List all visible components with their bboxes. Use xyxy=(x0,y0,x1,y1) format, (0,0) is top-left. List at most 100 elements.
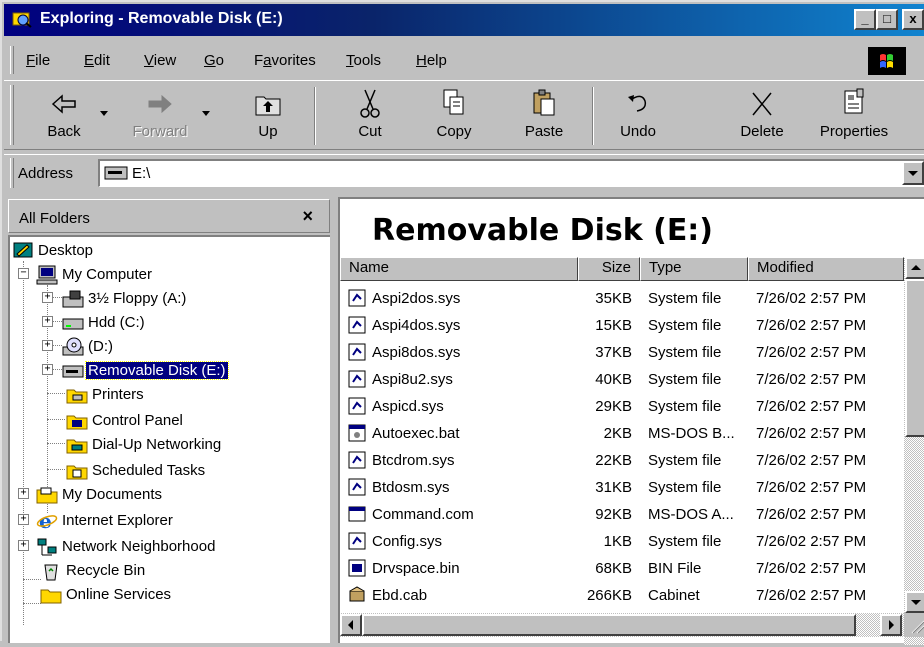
scroll-left-button[interactable] xyxy=(340,614,362,636)
file-row[interactable]: Drvspace.bin 68KB BIN File 7/26/02 2:57 PM xyxy=(340,555,900,582)
expand-toggle[interactable]: + xyxy=(42,316,53,327)
file-type: System file xyxy=(648,317,722,334)
title-bar[interactable]: Exploring - Removable Disk (E:) _ □ x xyxy=(4,4,924,36)
floppy-icon xyxy=(62,290,84,308)
tree-label: Scheduled Tasks xyxy=(92,462,206,479)
expand-toggle[interactable]: + xyxy=(18,488,29,499)
menu-edit[interactable]: Edit xyxy=(84,52,110,69)
tree-label: Control Panel xyxy=(92,412,183,429)
addressbar-grip[interactable] xyxy=(10,158,14,188)
cut-label: Cut xyxy=(358,123,382,140)
toolbar-grip[interactable] xyxy=(10,85,14,145)
network-icon xyxy=(37,538,57,556)
file-type: BIN File xyxy=(648,560,702,577)
vertical-scroll-thumb[interactable] xyxy=(905,279,924,437)
column-size-label: Size xyxy=(601,259,631,276)
file-row[interactable]: Aspi4dos.sys 15KB System file 7/26/02 2:57 … xyxy=(340,312,900,339)
file-row[interactable]: Autoexec.bat 2KB MS-DOS B... 7/26/02 2:57 P… xyxy=(340,420,900,447)
menu-view[interactable]: View xyxy=(144,52,176,69)
tree-line xyxy=(47,419,65,420)
undo-button[interactable]: Undo xyxy=(602,87,674,140)
bat-file-icon xyxy=(348,424,366,442)
copy-button[interactable]: Copy xyxy=(418,87,490,140)
file-modified: 7/26/02 2:57 PM xyxy=(756,506,867,523)
scroll-right-button[interactable] xyxy=(880,614,902,636)
column-name-label: Name xyxy=(349,259,390,276)
folder-tree[interactable]: Desktop − My Computer + 3½ Floppy (A:) +… xyxy=(8,235,330,643)
column-header-size[interactable]: Size xyxy=(578,257,640,281)
expand-toggle[interactable]: + xyxy=(42,292,53,303)
undo-label: Undo xyxy=(620,123,656,140)
properties-button[interactable]: Properties xyxy=(810,87,898,140)
scroll-up-button[interactable] xyxy=(905,257,924,279)
expand-toggle[interactable]: + xyxy=(18,540,29,551)
file-modified: 7/26/02 2:57 PM xyxy=(756,371,867,388)
expand-toggle[interactable]: + xyxy=(42,364,53,375)
column-header-type[interactable]: Type xyxy=(640,257,748,281)
file-modified: 7/26/02 2:57 PM xyxy=(756,290,867,307)
explorer-app-icon[interactable] xyxy=(12,10,32,28)
back-label: Back xyxy=(47,123,81,140)
control-panel-icon xyxy=(66,415,88,430)
maximize-button[interactable]: □ xyxy=(876,9,898,30)
close-button[interactable]: x xyxy=(902,9,924,30)
file-row[interactable]: Btcdrom.sys 22KB System file 7/26/02 2:57 P… xyxy=(340,447,900,474)
menu-tools[interactable]: Tools xyxy=(346,52,381,69)
column-header-modified[interactable]: Modified xyxy=(748,257,904,281)
horizontal-scrollbar[interactable] xyxy=(340,613,904,637)
column-header-name[interactable]: Name xyxy=(340,257,578,281)
file-type: MS-DOS A... xyxy=(648,506,734,523)
forward-dropdown-icon[interactable] xyxy=(202,111,210,117)
address-input[interactable]: E:\ xyxy=(98,159,924,187)
delete-button[interactable]: Delete xyxy=(726,87,798,140)
file-modified: 7/26/02 2:57 PM xyxy=(756,560,867,577)
file-row[interactable]: Config.sys 1KB System file 7/26/02 2:57 PM xyxy=(340,528,900,555)
file-modified: 7/26/02 2:57 PM xyxy=(756,533,867,550)
menu-go[interactable]: Go xyxy=(204,52,224,69)
minimize-button[interactable]: _ xyxy=(854,9,876,30)
menubar-grip[interactable] xyxy=(10,46,14,74)
close-pane-icon[interactable]: × xyxy=(302,206,313,227)
file-row[interactable]: Aspi8u2.sys 40KB System file 7/26/02 2:57 P… xyxy=(340,366,900,393)
forward-button[interactable]: Forward xyxy=(124,87,196,140)
file-modified: 7/26/02 2:57 PM xyxy=(756,479,867,496)
paste-button[interactable]: Paste xyxy=(508,87,580,140)
tree-label: My Documents xyxy=(62,486,163,503)
file-row[interactable]: Btdosm.sys 31KB System file 7/26/02 2:57 PM xyxy=(340,474,900,501)
file-size: 35KB xyxy=(595,290,632,307)
file-modified: 7/26/02 2:57 PM xyxy=(756,425,867,442)
horizontal-scroll-thumb[interactable] xyxy=(362,614,856,636)
cd-drive-icon xyxy=(62,337,84,356)
tree-line xyxy=(52,297,62,298)
vertical-scrollbar[interactable] xyxy=(904,257,924,645)
arrow-right-icon xyxy=(889,620,894,630)
file-row[interactable]: Aspi8dos.sys 37KB System file 7/26/02 2:57 … xyxy=(340,339,900,366)
back-dropdown-icon[interactable] xyxy=(100,111,108,117)
expand-toggle[interactable]: + xyxy=(18,514,29,525)
menu-favorites[interactable]: Favorites xyxy=(254,52,316,69)
file-row[interactable]: Aspi2dos.sys 35KB System file 7/26/02 2:57 … xyxy=(340,285,900,312)
file-row[interactable]: Ebd.cab 266KB Cabinet 7/26/02 2:57 PM xyxy=(340,582,900,609)
up-button[interactable]: Up xyxy=(232,87,304,140)
menu-file[interactable]: File xyxy=(26,52,50,69)
file-name: Drvspace.bin xyxy=(372,560,460,577)
collapse-toggle[interactable]: − xyxy=(18,268,29,279)
folder-pane-header: All Folders × xyxy=(8,199,330,233)
size-grip[interactable] xyxy=(904,613,924,637)
menu-help[interactable]: Help xyxy=(416,52,447,69)
expand-toggle[interactable]: + xyxy=(42,340,53,351)
file-name: Command.com xyxy=(372,506,474,523)
file-row[interactable]: Aspicd.sys 29KB System file 7/26/02 2:57 PM xyxy=(340,393,900,420)
address-dropdown-button[interactable] xyxy=(902,161,924,185)
arrow-left-icon xyxy=(348,620,353,630)
windows-logo-icon xyxy=(868,47,906,75)
file-size: 266KB xyxy=(586,587,632,604)
back-button[interactable]: Back xyxy=(28,87,100,140)
file-list[interactable]: Name Size Type Modified Aspi2dos.sys 35KB… xyxy=(340,257,924,647)
tree-line xyxy=(52,321,62,322)
file-row[interactable]: Command.com 92KB MS-DOS A... 7/26/02 2:57 P… xyxy=(340,501,900,528)
toolbar-separator xyxy=(592,87,594,145)
scroll-down-button[interactable] xyxy=(905,591,924,613)
cut-button[interactable]: Cut xyxy=(334,87,406,140)
tree-label: 3½ Floppy (A:) xyxy=(88,290,187,307)
